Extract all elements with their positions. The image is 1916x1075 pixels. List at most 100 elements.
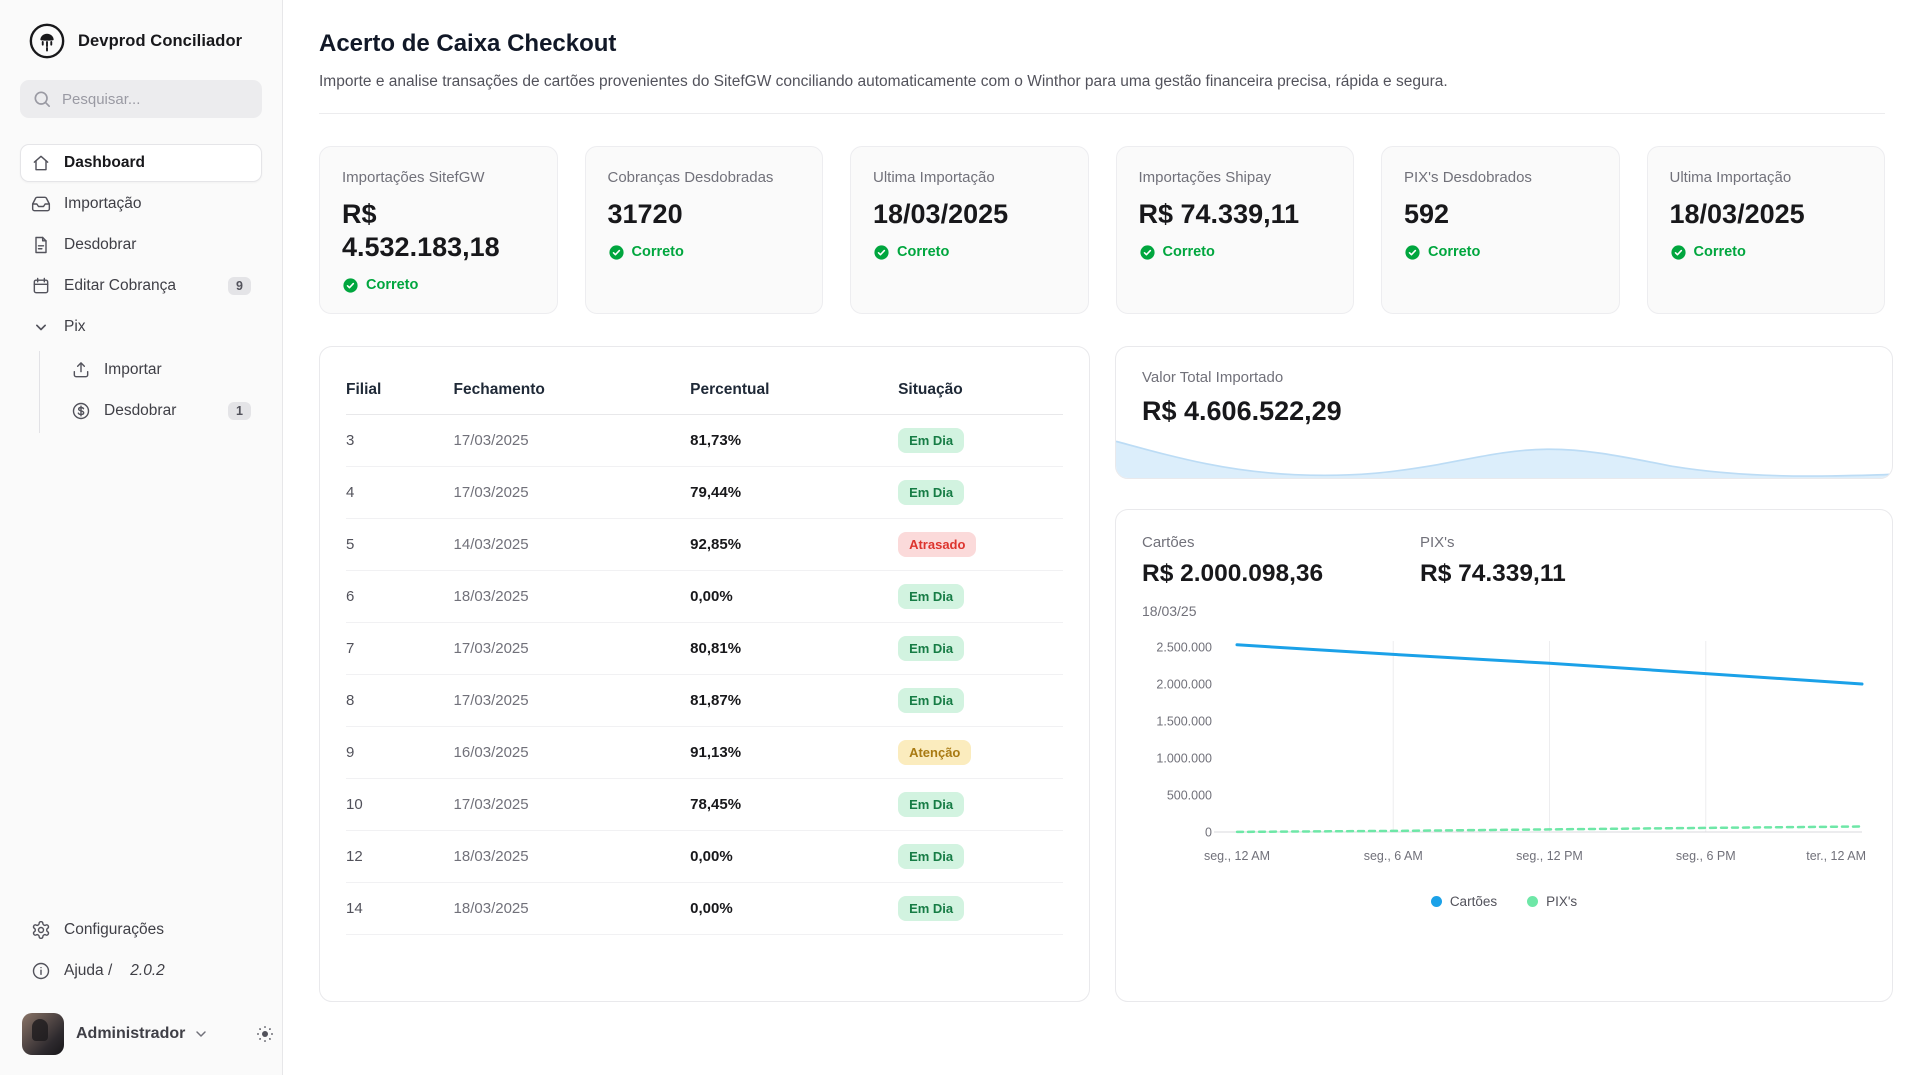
cell-percentual: 81,87% bbox=[690, 675, 898, 727]
cell-filial: 4 bbox=[346, 467, 454, 519]
cell-fechamento: 18/03/2025 bbox=[454, 831, 691, 883]
cell-situacao: Em Dia bbox=[898, 779, 1063, 831]
sidebar-spacer bbox=[20, 437, 262, 911]
situacao-badge: Em Dia bbox=[898, 896, 964, 921]
sidebar-footer: Configurações Ajuda / 2.0.2 bbox=[20, 911, 262, 993]
status-text: Correto bbox=[1163, 244, 1215, 260]
sidebar-item-label: Importar bbox=[104, 361, 162, 379]
situacao-badge: Em Dia bbox=[898, 636, 964, 661]
sidebar-item-desdobrar[interactable]: Desdobrar1 bbox=[40, 392, 262, 430]
cell-filial: 8 bbox=[346, 675, 454, 727]
user-menu-button[interactable]: Administrador bbox=[76, 1025, 209, 1043]
gear-icon bbox=[31, 920, 51, 940]
sidebar-item-label: Dashboard bbox=[64, 154, 145, 172]
stat-label: Cobranças Desdobradas bbox=[608, 169, 801, 186]
sidebar: Devprod Conciliador DashboardImportaçãoD… bbox=[0, 0, 283, 1075]
sidebar-item-configuracoes[interactable]: Configurações bbox=[20, 911, 262, 949]
total-imported-value: R$ 4.606.522,29 bbox=[1142, 396, 1866, 427]
sidebar-item-editar-cobranca[interactable]: Editar Cobrança9 bbox=[20, 267, 262, 305]
user-row: Administrador bbox=[20, 1007, 262, 1057]
situacao-badge: Em Dia bbox=[898, 480, 964, 505]
status-badge: Correto bbox=[1404, 244, 1597, 261]
sidebar-item-importacao[interactable]: Importação bbox=[20, 185, 262, 223]
check-circle-icon bbox=[1404, 244, 1421, 261]
cell-situacao: Atrasado bbox=[898, 519, 1063, 571]
legend-dot-icon bbox=[1527, 896, 1538, 907]
column-header-filial: Filial bbox=[346, 371, 454, 415]
status-text: Correto bbox=[897, 244, 949, 260]
cell-situacao: Em Dia bbox=[898, 571, 1063, 623]
calendar-icon bbox=[31, 276, 51, 296]
stat-label: Ultima Importação bbox=[1670, 169, 1863, 186]
sidebar-item-ajuda[interactable]: Ajuda / 2.0.2 bbox=[20, 952, 262, 990]
table-row: 1218/03/20250,00%Em Dia bbox=[346, 831, 1063, 883]
cell-filial: 9 bbox=[346, 727, 454, 779]
divider bbox=[319, 113, 1885, 114]
sidebar-item-label: Importação bbox=[64, 195, 142, 213]
sidebar-item-label: Desdobrar bbox=[104, 402, 176, 420]
sidebar-item-importar[interactable]: Importar bbox=[40, 351, 262, 389]
status-text: Correto bbox=[366, 277, 418, 293]
chart-series-summary-pix-s: PIX'sR$ 74.339,11 bbox=[1420, 534, 1698, 588]
status-text: Correto bbox=[632, 244, 684, 260]
search-box[interactable] bbox=[20, 80, 262, 118]
branches-table-card: FilialFechamentoPercentualSituação 317/0… bbox=[319, 346, 1090, 1002]
cell-fechamento: 16/03/2025 bbox=[454, 727, 691, 779]
search-input[interactable] bbox=[62, 91, 250, 108]
sidebar-item-dashboard[interactable]: Dashboard bbox=[20, 144, 262, 182]
y-tick-label: 1.500.000 bbox=[1156, 715, 1212, 729]
sidebar-nav: Dashboard Importação Desdobrar Editar Cobra… bbox=[20, 144, 262, 437]
sidebar-item-label: Desdobrar bbox=[64, 236, 136, 254]
legend-label: Cartões bbox=[1450, 894, 1497, 909]
avatar bbox=[22, 1013, 64, 1055]
theme-toggle-button[interactable] bbox=[255, 1019, 275, 1049]
cell-situacao: Em Dia bbox=[898, 831, 1063, 883]
brand: Devprod Conciliador bbox=[20, 22, 262, 60]
app-version: 2.0.2 bbox=[130, 962, 164, 980]
status-text: Correto bbox=[1694, 244, 1746, 260]
status-badge: Correto bbox=[1139, 244, 1332, 261]
sidebar-item-desdobrar[interactable]: Desdobrar bbox=[20, 226, 262, 264]
cell-fechamento: 17/03/2025 bbox=[454, 623, 691, 675]
table-row: 417/03/202579,44%Em Dia bbox=[346, 467, 1063, 519]
y-tick-label: 500.000 bbox=[1167, 789, 1212, 803]
check-circle-icon bbox=[873, 244, 890, 261]
stat-label: Importações Shipay bbox=[1139, 169, 1332, 186]
stat-value: R$ 4.532.183,18 bbox=[342, 198, 528, 264]
cell-filial: 12 bbox=[346, 831, 454, 883]
sidebar-item-label: Configurações bbox=[64, 921, 164, 939]
situacao-badge: Em Dia bbox=[898, 428, 964, 453]
table-row: 717/03/202580,81%Em Dia bbox=[346, 623, 1063, 675]
main-content: Acerto de Caixa Checkout Importe e anali… bbox=[283, 0, 1916, 1075]
cell-situacao: Atenção bbox=[898, 727, 1063, 779]
stat-value: R$ 74.339,11 bbox=[1139, 198, 1325, 231]
chevron-down-icon bbox=[31, 317, 51, 337]
cell-situacao: Em Dia bbox=[898, 883, 1063, 935]
cell-percentual: 91,13% bbox=[690, 727, 898, 779]
stat-value: 18/03/2025 bbox=[873, 198, 1059, 231]
cell-percentual: 0,00% bbox=[690, 883, 898, 935]
table-row: 916/03/202591,13%Atenção bbox=[346, 727, 1063, 779]
series-value: R$ 74.339,11 bbox=[1420, 560, 1698, 588]
cell-situacao: Em Dia bbox=[898, 675, 1063, 727]
situacao-badge: Em Dia bbox=[898, 792, 964, 817]
search-icon bbox=[32, 89, 52, 109]
y-tick-label: 2.500.000 bbox=[1156, 641, 1212, 655]
cell-percentual: 81,73% bbox=[690, 415, 898, 467]
cell-fechamento: 17/03/2025 bbox=[454, 467, 691, 519]
sidebar-item-label: Pix bbox=[64, 318, 86, 336]
chart-legend: CartõesPIX's bbox=[1142, 894, 1866, 909]
cell-situacao: Em Dia bbox=[898, 623, 1063, 675]
sidebar-item-pix[interactable]: Pix bbox=[20, 308, 262, 346]
cell-percentual: 0,00% bbox=[690, 831, 898, 883]
cell-filial: 14 bbox=[346, 883, 454, 935]
situacao-badge: Em Dia bbox=[898, 584, 964, 609]
table-row: 1418/03/20250,00%Em Dia bbox=[346, 883, 1063, 935]
x-tick-label: seg., 12 PM bbox=[1516, 849, 1583, 863]
cell-filial: 3 bbox=[346, 415, 454, 467]
cell-situacao: Em Dia bbox=[898, 415, 1063, 467]
stat-card-cobrancas-desdobradas: Cobranças Desdobradas31720Correto bbox=[585, 146, 824, 314]
cell-fechamento: 18/03/2025 bbox=[454, 883, 691, 935]
stat-card-pix-s-desdobrados: PIX's Desdobrados592Correto bbox=[1381, 146, 1620, 314]
stat-card-ultima-importacao: Ultima Importação18/03/2025Correto bbox=[850, 146, 1089, 314]
